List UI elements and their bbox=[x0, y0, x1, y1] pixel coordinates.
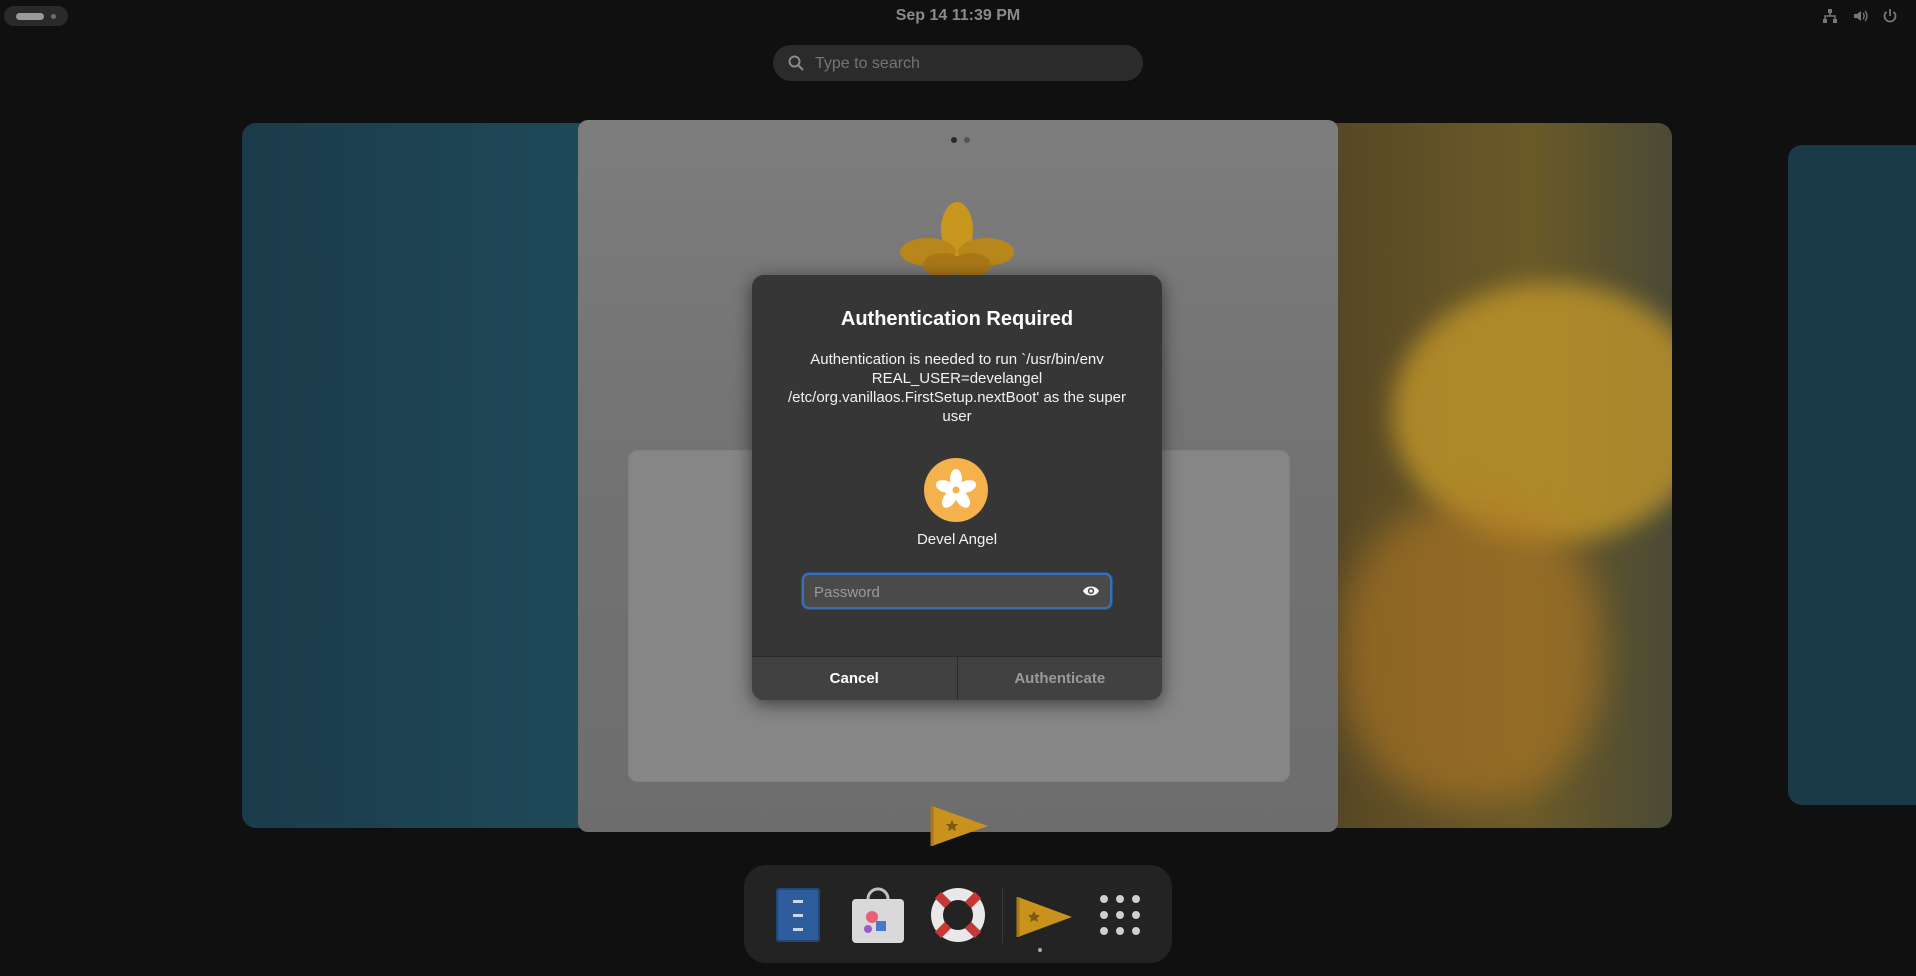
dialog-buttons: Cancel Authenticate bbox=[752, 656, 1162, 700]
system-tray[interactable] bbox=[1820, 6, 1900, 26]
window-app-icon bbox=[930, 806, 988, 846]
cancel-button[interactable]: Cancel bbox=[752, 657, 958, 700]
search-icon bbox=[788, 55, 804, 71]
user-avatar bbox=[924, 458, 988, 522]
user-name: Devel Angel bbox=[916, 531, 998, 548]
vanilla-first-setup-icon[interactable] bbox=[1014, 885, 1074, 945]
top-bar: Sep 14 11:39 PM bbox=[0, 0, 1916, 32]
search-bar[interactable] bbox=[773, 45, 1143, 81]
page-dot bbox=[964, 137, 970, 143]
help-lifebuoy-icon[interactable] bbox=[928, 885, 988, 945]
network-icon[interactable] bbox=[1820, 6, 1840, 26]
show-password-eye-icon[interactable] bbox=[1082, 583, 1100, 599]
password-input[interactable] bbox=[812, 581, 1066, 603]
vanilla-logo-icon bbox=[900, 202, 1014, 277]
wallpaper-flower-glow bbox=[1342, 503, 1602, 803]
software-store-icon[interactable] bbox=[848, 885, 908, 945]
dialog-title: Authentication Required bbox=[840, 308, 1074, 330]
dialog-description: Authentication is needed to run `/usr/bi… bbox=[787, 351, 1127, 425]
files-icon[interactable] bbox=[768, 885, 828, 945]
page-indicator bbox=[951, 137, 970, 143]
app-grid-icon[interactable] bbox=[1090, 885, 1150, 945]
next-workspace-thumbnail[interactable] bbox=[1788, 145, 1916, 805]
authenticate-button[interactable]: Authenticate bbox=[957, 657, 1162, 700]
dock-separator bbox=[1002, 887, 1003, 943]
running-indicator bbox=[1038, 948, 1042, 952]
authentication-dialog: Authentication Required Authentication i… bbox=[752, 275, 1162, 700]
search-input[interactable] bbox=[813, 53, 1127, 75]
volume-icon[interactable] bbox=[1850, 6, 1870, 26]
clock[interactable]: Sep 14 11:39 PM bbox=[0, 7, 1916, 25]
power-icon[interactable] bbox=[1880, 6, 1900, 26]
password-field[interactable] bbox=[802, 573, 1112, 609]
dock bbox=[744, 865, 1172, 963]
flower-icon bbox=[935, 469, 977, 508]
wallpaper-flower bbox=[1392, 283, 1672, 543]
page-dot-active bbox=[951, 137, 957, 143]
